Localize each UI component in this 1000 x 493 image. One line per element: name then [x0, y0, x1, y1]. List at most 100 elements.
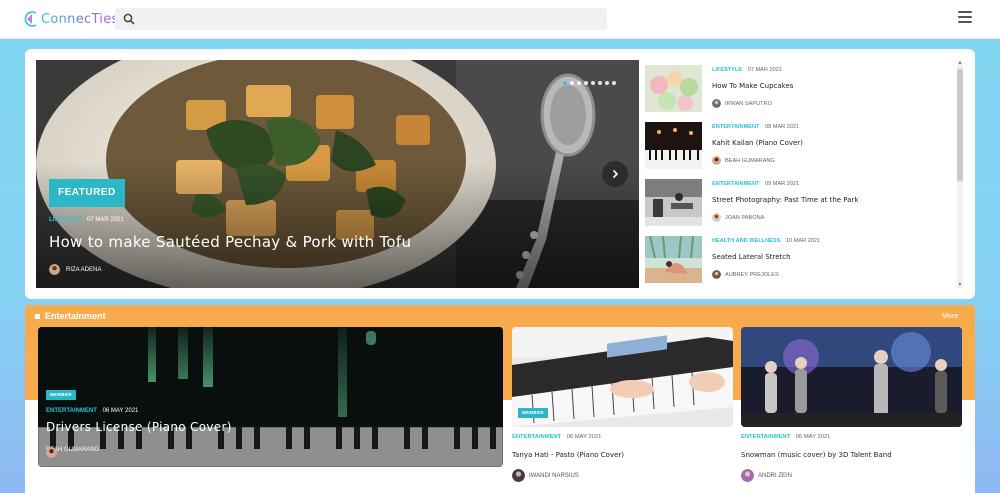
article-author[interactable]: BEAH GUMARANG	[712, 156, 775, 165]
carousel-indicators	[563, 81, 616, 85]
logo-text: ConnecTies	[41, 11, 119, 27]
hero-title[interactable]: How to make Sautéed Pechay & Pork with T…	[49, 233, 411, 251]
video-category[interactable]: ENTERTAINMENT	[512, 434, 561, 440]
author-name: AUBREY PREJOLES	[725, 271, 779, 278]
author-name: BEAH GUMARANG	[725, 157, 775, 164]
carousel-dot[interactable]	[598, 81, 602, 85]
featured-badge: FEATURED	[49, 179, 125, 207]
carousel-dot[interactable]	[584, 81, 588, 85]
video-card[interactable]: ENTERTAINMENT 06 MAY 2021 Snowman (music…	[741, 327, 962, 487]
section-header: Entertainment	[35, 311, 106, 321]
hero-gradient-overlay	[36, 60, 639, 288]
featured-video-card[interactable]: MEMBER ENTERTAINMENT 06 MAY 2021 Drivers…	[38, 327, 503, 467]
carousel-dot[interactable]	[577, 81, 581, 85]
article-thumbnail	[645, 65, 702, 112]
hero-slide[interactable]: FEATURED LIFESTYLE 07 MAR 2021 How to ma…	[36, 60, 639, 288]
article-meta: ENTERTAINMENT 08 MAR 2021	[712, 124, 799, 130]
avatar	[712, 99, 721, 108]
site-logo[interactable]: ConnecTies	[24, 9, 119, 29]
article-author[interactable]: AUBREY PREJOLES	[712, 270, 779, 279]
article-thumbnail	[645, 236, 702, 283]
video-title[interactable]: Tanya Hati - Pasto (Piano Cover)	[512, 451, 624, 459]
article-category[interactable]: LIFESTYLE	[712, 67, 742, 73]
video-date: 06 MAY 2021	[795, 434, 831, 440]
avatar	[49, 264, 60, 275]
hero-date: 07 MAR 2021	[87, 217, 124, 223]
search-input[interactable]	[141, 10, 601, 28]
search-icon	[123, 13, 135, 25]
video-meta: ENTERTAINMENT 06 MAY 2021	[46, 408, 138, 414]
search-bar[interactable]	[115, 8, 607, 30]
author-name: ANDRI ZEIN	[758, 472, 793, 479]
author-name: IRWAN SAPUTRO	[725, 100, 772, 107]
video-thumbnail	[38, 327, 503, 467]
scroll-up-arrow-icon[interactable]: ▲	[957, 60, 963, 66]
featured-panel: FEATURED LIFESTYLE 07 MAR 2021 How to ma…	[25, 49, 975, 299]
article-category[interactable]: ENTERTAINMENT	[712, 124, 759, 130]
carousel-next-button[interactable]	[602, 161, 628, 187]
article-thumbnail	[645, 122, 702, 169]
side-list-scrollbar[interactable]: ▲ ▼	[957, 60, 963, 288]
video-author[interactable]: IWANDI NARSIUS	[512, 469, 579, 482]
top-navigation-bar: ConnecTies	[0, 0, 1000, 39]
list-item[interactable]: LIFESTYLE 07 MAR 2021 How To Make Cupcak…	[644, 60, 944, 112]
article-date: 09 MAR 2021	[765, 181, 800, 187]
carousel-dot[interactable]	[591, 81, 595, 85]
video-title[interactable]: Snowman (music cover) by 3D Talent Band	[741, 451, 892, 459]
entertainment-section: Entertainment More MEMBER ENTERTAINMENT …	[25, 305, 975, 493]
avatar	[741, 469, 754, 482]
hero-meta: LIFESTYLE 07 MAR 2021	[49, 217, 124, 223]
video-date: 06 MAY 2021	[102, 408, 139, 414]
logo-mark-icon	[24, 11, 37, 27]
section-title: Entertainment	[45, 311, 106, 321]
hero-category[interactable]: LIFESTYLE	[49, 217, 81, 223]
section-bullet-icon	[35, 313, 40, 319]
carousel-dot[interactable]	[570, 81, 574, 85]
video-meta: ENTERTAINMENT 06 MAY 2021	[512, 434, 601, 440]
hero-author-name: RIZA ADENA	[66, 266, 102, 273]
carousel-dot[interactable]	[612, 81, 616, 85]
article-date: 10 MAR 2021	[785, 238, 821, 244]
article-meta: LIFESTYLE 07 MAR 2021	[712, 67, 782, 73]
article-author[interactable]: IRWAN SAPUTRO	[712, 99, 772, 108]
member-badge: MEMBER	[46, 390, 76, 400]
article-author[interactable]: JOAN PABONA	[712, 213, 764, 222]
list-item[interactable]: HEALTH AND WELLNESS 10 MAR 2021 Seated L…	[644, 231, 944, 283]
more-link[interactable]: More	[942, 313, 958, 320]
avatar	[46, 447, 57, 458]
article-title[interactable]: Seated Lateral Stretch	[712, 253, 791, 261]
article-title[interactable]: Kahit Kailan (Piano Cover)	[712, 139, 803, 147]
list-item[interactable]: ENTERTAINMENT 09 MAR 2021 Street Photogr…	[644, 174, 944, 226]
video-author[interactable]: BEAH GUMARANG	[46, 447, 99, 458]
article-category[interactable]: ENTERTAINMENT	[712, 181, 759, 187]
author-name: JOAN PABONA	[725, 214, 765, 221]
article-title[interactable]: Street Photography: Past Time at the Par…	[712, 196, 858, 204]
article-meta: ENTERTAINMENT 09 MAR 2021	[712, 181, 799, 187]
avatar	[712, 156, 721, 165]
video-category[interactable]: ENTERTAINMENT	[46, 408, 97, 414]
scroll-down-arrow-icon[interactable]: ▼	[957, 282, 963, 288]
list-item[interactable]: ENTERTAINMENT 08 MAR 2021 Kahit Kailan (…	[644, 117, 944, 169]
article-thumbnail	[645, 179, 702, 226]
article-date: 07 MAR 2021	[747, 67, 782, 73]
avatar	[512, 469, 525, 482]
video-author[interactable]: ANDRI ZEIN	[741, 469, 792, 482]
video-category[interactable]: ENTERTAINMENT	[741, 434, 790, 440]
article-date: 08 MAR 2021	[765, 124, 800, 130]
carousel-dot[interactable]	[563, 81, 567, 85]
author-name: IWANDI NARSIUS	[529, 472, 579, 479]
scroll-thumb[interactable]	[957, 69, 963, 181]
side-article-list: LIFESTYLE 07 MAR 2021 How To Make Cupcak…	[644, 60, 956, 288]
video-meta: ENTERTAINMENT 06 MAY 2021	[741, 434, 830, 440]
hero-author[interactable]: RIZA ADENA	[49, 264, 101, 275]
avatar	[712, 270, 721, 279]
article-meta: HEALTH AND WELLNESS 10 MAR 2021	[712, 238, 820, 244]
video-card[interactable]: MEMBER ENTERTAINMENT 06 MAY 2021 Tanya H…	[512, 327, 733, 487]
video-title[interactable]: Drivers License (Piano Cover)	[46, 420, 232, 434]
video-thumbnail	[741, 327, 962, 427]
carousel-dot[interactable]	[605, 81, 609, 85]
article-category[interactable]: HEALTH AND WELLNESS	[712, 238, 780, 244]
hamburger-menu-icon[interactable]	[958, 11, 972, 24]
member-badge: MEMBER	[518, 408, 548, 418]
article-title[interactable]: How To Make Cupcakes	[712, 82, 793, 90]
